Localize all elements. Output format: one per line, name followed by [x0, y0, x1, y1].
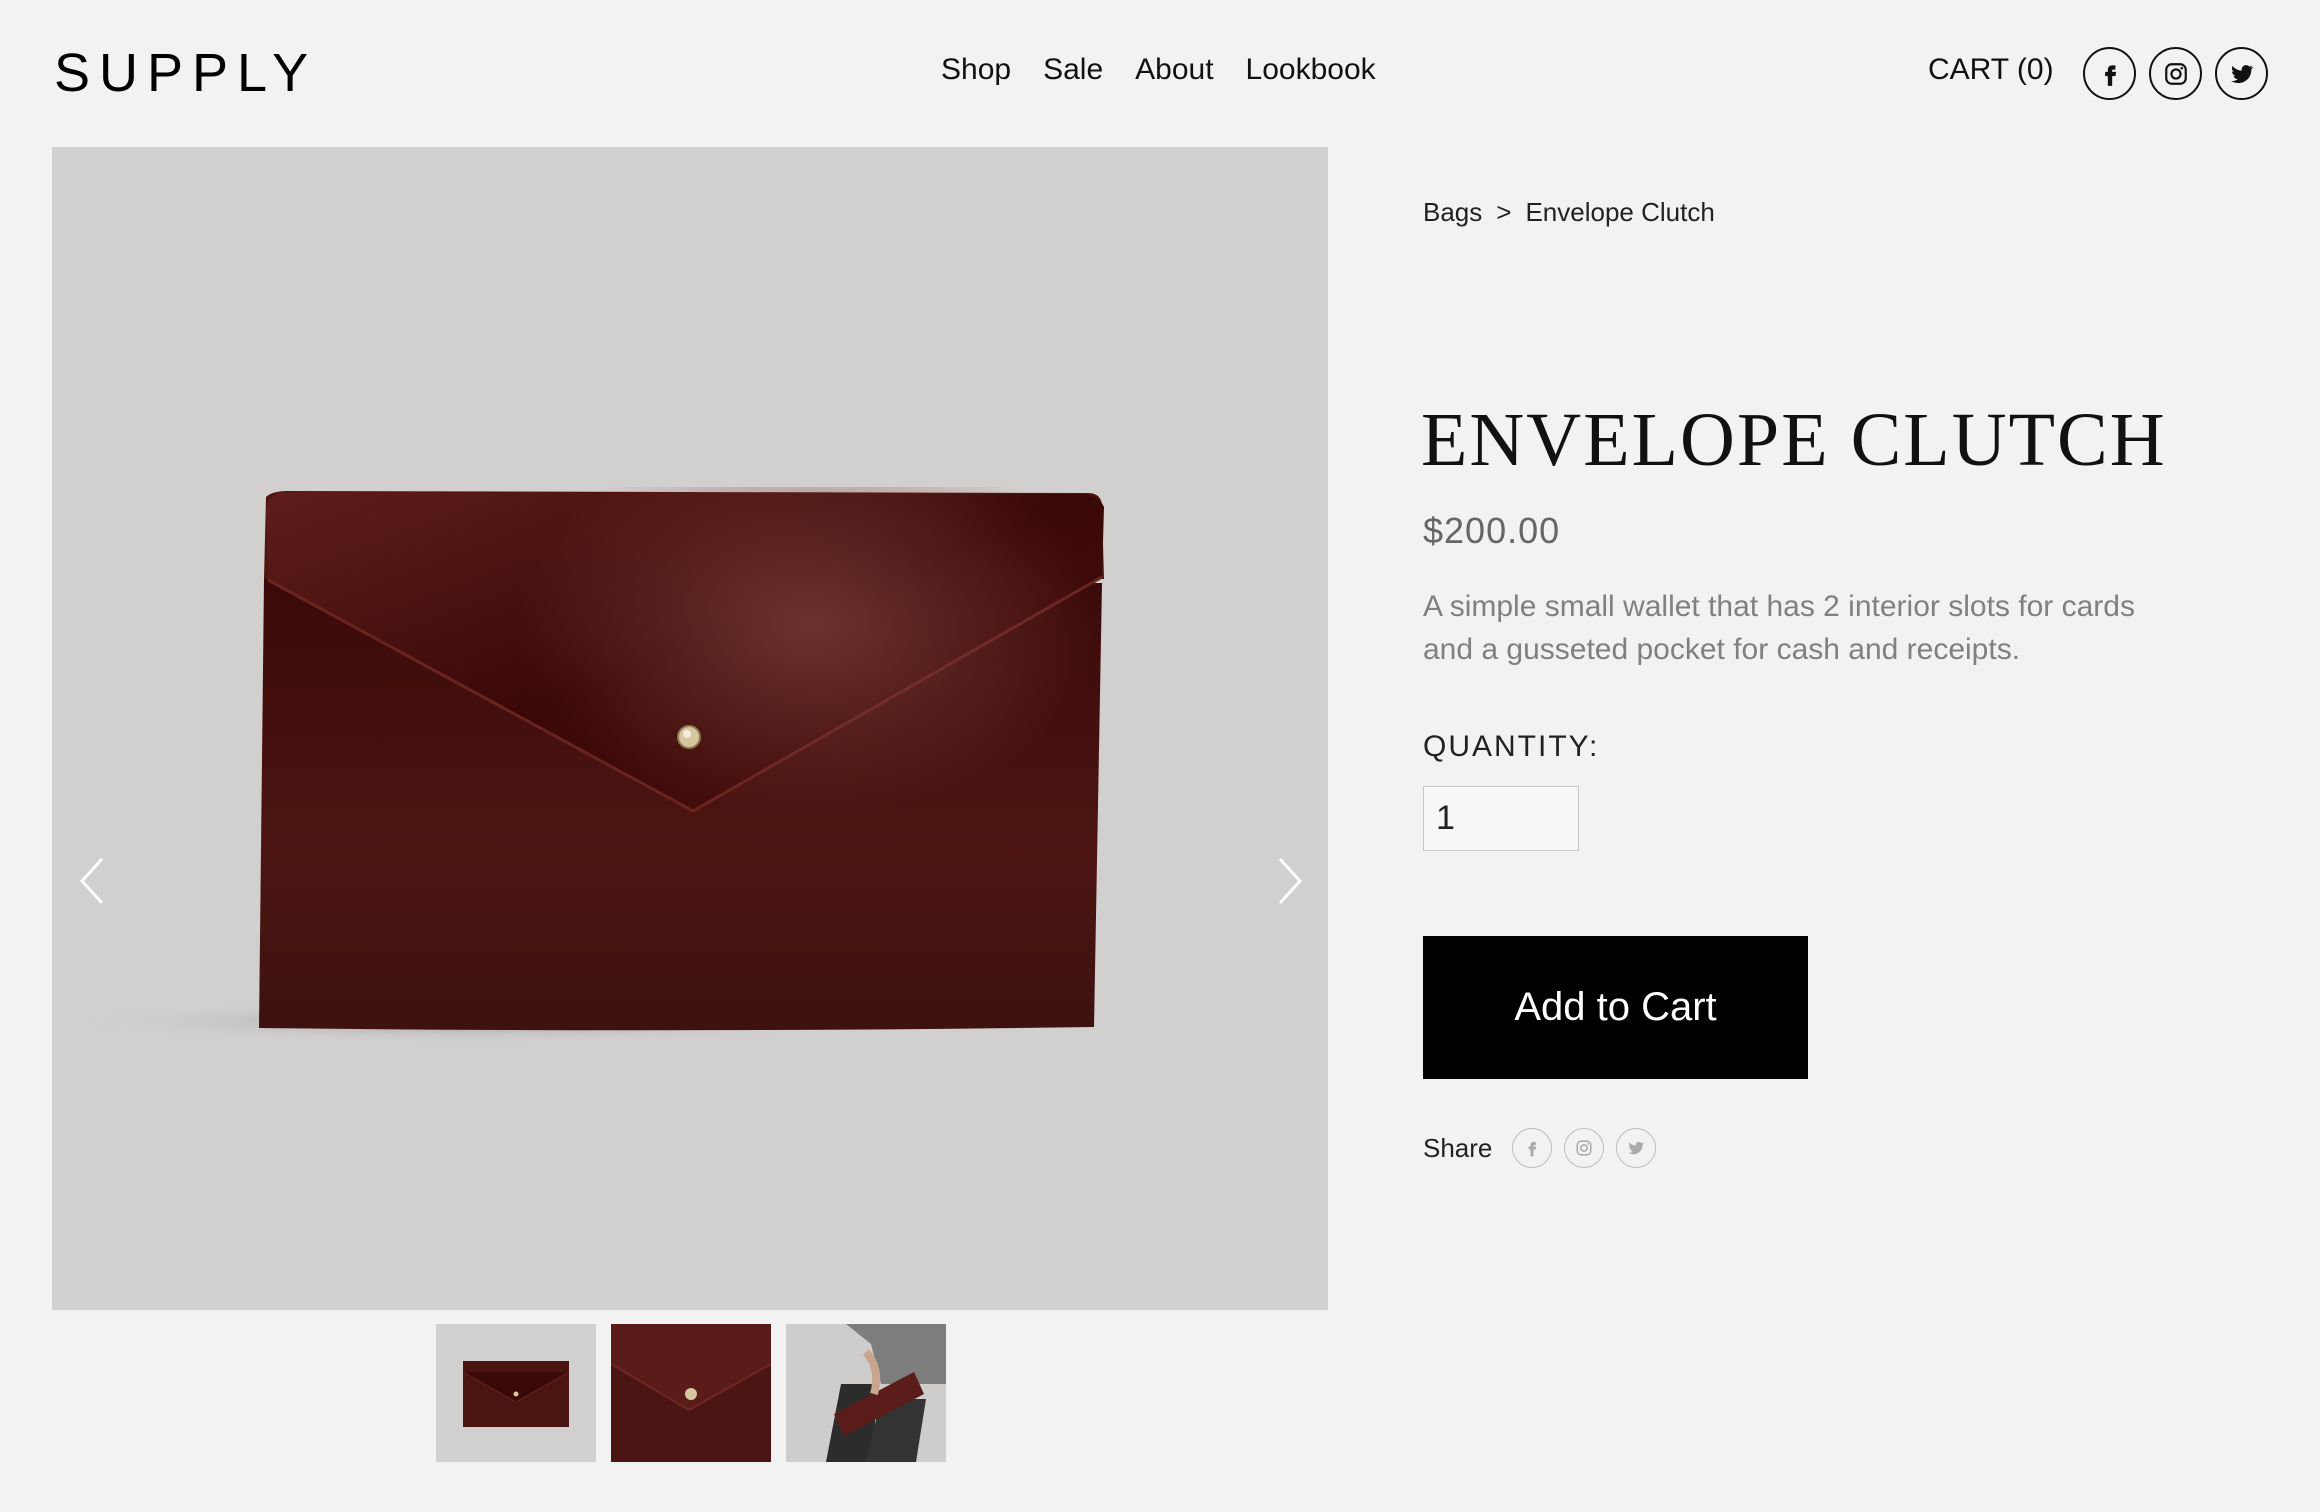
share-instagram-icon[interactable]: [1564, 1128, 1605, 1168]
main-nav: Shop Sale About Lookbook: [941, 53, 1376, 87]
header-social-links: [2083, 47, 2268, 100]
breadcrumb-separator: >: [1496, 197, 1512, 227]
nav-item-about[interactable]: About: [1135, 53, 1213, 87]
cart-link[interactable]: CART (0): [1928, 53, 2054, 87]
gallery-prev-arrow[interactable]: [72, 851, 112, 911]
facebook-icon[interactable]: [2083, 47, 2136, 100]
share-label: Share: [1423, 1132, 1493, 1163]
nav-item-sale[interactable]: Sale: [1043, 53, 1103, 87]
nav-item-lookbook[interactable]: Lookbook: [1246, 53, 1376, 87]
gallery-thumbnails: [436, 1324, 946, 1462]
product-description: A simple small wallet that has 2 interio…: [1423, 590, 2135, 666]
chevron-right-icon: [1278, 857, 1303, 905]
share-twitter-icon[interactable]: [1616, 1128, 1657, 1168]
quantity-label: QUANTITY:: [1423, 730, 1600, 763]
thumbnail-clutch-front[interactable]: [436, 1324, 596, 1462]
share-bar: Share: [1423, 1128, 1657, 1168]
site-logo[interactable]: SUPPLY: [54, 42, 317, 104]
product-main-image: [52, 147, 1328, 1310]
instagram-icon[interactable]: [2149, 47, 2202, 100]
product-title: ENVELOPE CLUTCH: [1421, 398, 2167, 482]
product-page: SUPPLY Shop Sale About Lookbook CART (0): [0, 0, 2320, 1512]
breadcrumb: Bags > Envelope Clutch: [1423, 197, 1715, 228]
breadcrumb-parent[interactable]: Bags: [1423, 197, 1482, 228]
twitter-icon[interactable]: [2215, 47, 2268, 100]
chevron-left-icon: [79, 857, 104, 905]
gallery-next-arrow[interactable]: [1270, 851, 1310, 911]
share-facebook-icon[interactable]: [1512, 1128, 1553, 1168]
thumbnail-clutch-in-hand[interactable]: [786, 1324, 946, 1462]
breadcrumb-current: Envelope Clutch: [1525, 197, 1715, 227]
nav-item-shop[interactable]: Shop: [941, 53, 1011, 87]
envelope-clutch-photo: [52, 487, 1104, 1044]
add-to-cart-button[interactable]: Add to Cart: [1423, 936, 1808, 1079]
product-price: $200.00: [1423, 510, 1561, 551]
quantity-input[interactable]: [1423, 786, 1579, 851]
thumbnail-clutch-closeup[interactable]: [611, 1324, 771, 1462]
